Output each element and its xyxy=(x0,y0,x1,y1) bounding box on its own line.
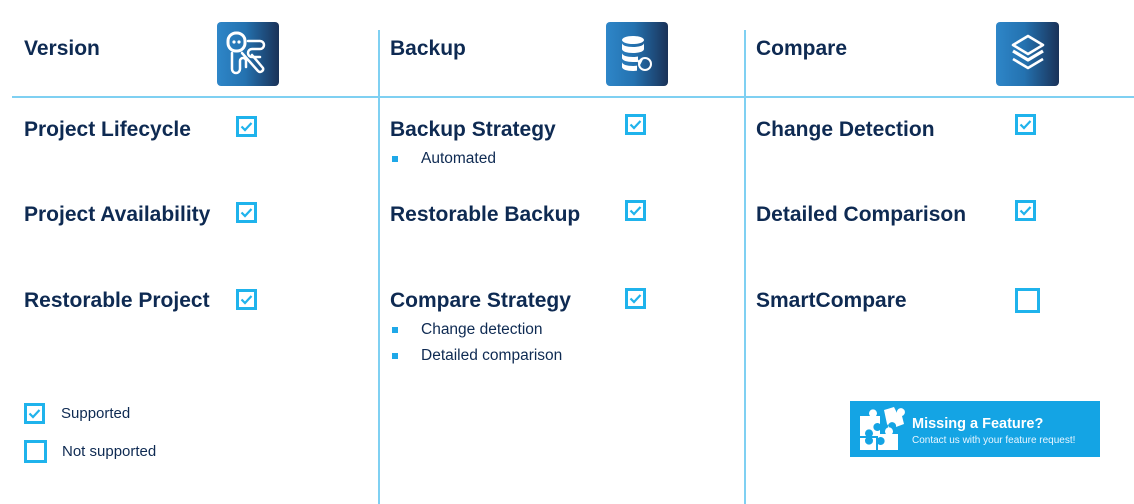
legend-supported-label: Supported xyxy=(61,405,131,422)
legend-checkbox-checked-icon xyxy=(24,403,45,424)
legend-not-supported-label: Not supported xyxy=(62,443,157,460)
compare-strategy-bullets: Change detection Detailed comparison xyxy=(390,320,562,372)
feature-restorable-project: Restorable Project xyxy=(24,289,210,312)
bullet-square-icon xyxy=(392,353,398,359)
feature-detailed-comparison: Detailed Comparison xyxy=(756,203,967,226)
column-title-backup: Backup xyxy=(390,37,466,60)
bullet-item: Change detection xyxy=(390,320,562,346)
feature-change-detection: Change Detection xyxy=(756,118,935,141)
bullet-square-icon xyxy=(392,327,398,333)
column-title-version: Version xyxy=(24,37,100,60)
banner-subtitle: Contact us with your feature request! xyxy=(912,435,1076,446)
checkbox-checked-icon xyxy=(236,116,257,137)
feature-project-lifecycle: Project Lifecycle xyxy=(24,118,191,141)
feature-restorable-backup: Restorable Backup xyxy=(390,203,581,226)
checkbox-checked-icon xyxy=(625,114,646,135)
octopus-mascot-icon xyxy=(217,22,279,86)
column-divider-1 xyxy=(378,30,380,504)
feature-project-availability: Project Availability xyxy=(24,203,211,226)
header-divider xyxy=(12,96,1134,98)
feature-compare-strategy: Compare Strategy xyxy=(390,289,571,312)
feature-backup-strategy: Backup Strategy xyxy=(390,118,556,141)
legend-checkbox-empty-icon xyxy=(24,440,47,463)
backup-strategy-bullets: Automated xyxy=(390,149,496,175)
checkbox-checked-icon xyxy=(236,289,257,310)
missing-feature-banner[interactable]: Missing a Feature? Contact us with your … xyxy=(850,401,1100,457)
column-divider-2 xyxy=(744,30,746,504)
checkbox-checked-icon xyxy=(625,288,646,309)
banner-title: Missing a Feature? xyxy=(912,416,1044,432)
database-restore-icon xyxy=(606,22,668,86)
bullet-item: Detailed comparison xyxy=(390,346,562,372)
layers-icon xyxy=(996,22,1059,86)
bullet-square-icon xyxy=(392,156,398,162)
column-title-compare: Compare xyxy=(756,37,848,60)
puzzle-pieces-icon xyxy=(858,406,906,457)
checkbox-checked-icon xyxy=(1015,114,1036,135)
checkbox-checked-icon xyxy=(1015,200,1036,221)
feature-smartcompare: SmartCompare xyxy=(756,289,907,312)
checkbox-checked-icon xyxy=(236,202,257,223)
checkbox-empty-icon xyxy=(1015,288,1040,313)
bullet-item: Automated xyxy=(390,149,496,175)
checkbox-checked-icon xyxy=(625,200,646,221)
